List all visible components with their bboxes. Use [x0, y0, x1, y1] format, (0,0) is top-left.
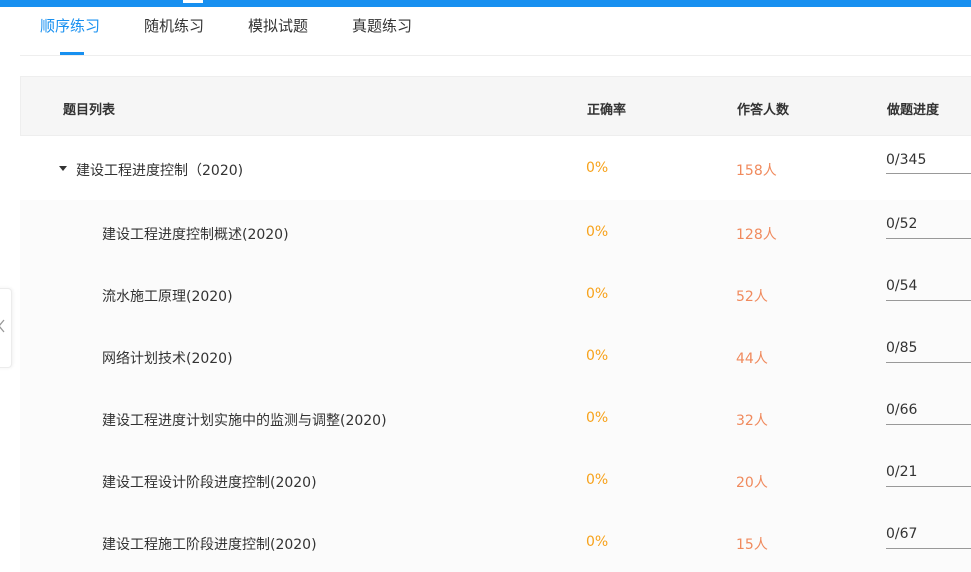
section-progress-bar	[886, 424, 971, 425]
section-progress-bar	[886, 362, 971, 363]
section-answer-count: 20人	[736, 475, 768, 491]
section-answer-count: 15人	[736, 537, 768, 553]
section-title[interactable]: 流水施工原理(2020)	[102, 286, 233, 306]
chevron-left-icon	[0, 319, 5, 333]
active-tab-indicator	[60, 52, 84, 55]
top-bar-notch	[183, 0, 203, 3]
header-progress: 做题进度	[887, 103, 940, 118]
section-answer-count: 52人	[736, 289, 768, 305]
question-table: 题目列表 正确率 作答人数 做题进度 建设工程进度控制（2020) 0% 158…	[20, 76, 971, 572]
top-accent-bar	[0, 0, 971, 7]
table-row[interactable]: 流水施工原理(2020) 0% 52人 0/54	[20, 262, 971, 324]
section-answer-count: 128人	[736, 227, 777, 243]
table-row[interactable]: 建设工程施工阶段进度控制(2020) 0% 15人 0/67	[20, 510, 971, 572]
chapter-progress: 0/345	[886, 152, 927, 168]
section-accuracy: 0%	[586, 410, 609, 426]
section-progress-bar	[886, 300, 971, 301]
table-row[interactable]: 建设工程进度计划实施中的监测与调整(2020) 0% 32人 0/66	[20, 386, 971, 448]
header-question-list: 题目列表	[63, 103, 116, 118]
section-progress: 0/66	[886, 402, 918, 418]
caret-down-icon[interactable]	[59, 166, 67, 171]
section-accuracy: 0%	[586, 348, 609, 364]
section-progress: 0/54	[886, 278, 918, 294]
chapter-title[interactable]: 建设工程进度控制（2020)	[76, 160, 243, 180]
section-accuracy: 0%	[586, 286, 609, 302]
side-panel-toggle[interactable]	[0, 288, 12, 368]
section-accuracy: 0%	[586, 534, 609, 550]
table-header: 题目列表 正确率 作答人数 做题进度	[20, 76, 971, 136]
header-answer-count: 作答人数	[737, 103, 790, 118]
table-row[interactable]: 建设工程设计阶段进度控制(2020) 0% 20人 0/21	[20, 448, 971, 510]
section-title[interactable]: 建设工程施工阶段进度控制(2020)	[102, 534, 317, 554]
section-title[interactable]: 网络计划技术(2020)	[102, 348, 233, 368]
section-title[interactable]: 建设工程设计阶段进度控制(2020)	[102, 472, 317, 492]
section-accuracy: 0%	[586, 472, 609, 488]
tab-mock-exam[interactable]: 模拟试题	[248, 15, 308, 36]
section-progress: 0/52	[886, 216, 918, 232]
section-title[interactable]: 建设工程进度计划实施中的监测与调整(2020)	[102, 410, 387, 430]
table-row[interactable]: 网络计划技术(2020) 0% 44人 0/85	[20, 324, 971, 386]
chapter-accuracy: 0%	[586, 160, 609, 176]
section-progress-bar	[886, 238, 971, 239]
tab-random-practice[interactable]: 随机练习	[144, 15, 204, 36]
section-list: 建设工程进度控制概述(2020) 0% 128人 0/52 流水施工原理(202…	[20, 200, 971, 572]
table-row[interactable]: 建设工程进度控制概述(2020) 0% 128人 0/52	[20, 200, 971, 262]
tab-past-exam[interactable]: 真题练习	[352, 15, 412, 36]
practice-tabs: 顺序练习 随机练习 模拟试题 真题练习	[20, 7, 971, 56]
header-accuracy: 正确率	[587, 103, 627, 118]
section-progress: 0/21	[886, 464, 918, 480]
chapter-row[interactable]: 建设工程进度控制（2020) 0% 158人 0/345	[20, 136, 971, 201]
chapter-answer-count: 158人	[736, 163, 777, 179]
section-progress: 0/85	[886, 340, 918, 356]
section-title[interactable]: 建设工程进度控制概述(2020)	[102, 224, 289, 244]
section-progress: 0/67	[886, 526, 918, 542]
section-progress-bar	[886, 486, 971, 487]
tab-sequential-practice[interactable]: 顺序练习	[40, 15, 100, 36]
section-answer-count: 44人	[736, 351, 768, 367]
section-answer-count: 32人	[736, 413, 768, 429]
section-accuracy: 0%	[586, 224, 609, 240]
chapter-progress-bar	[886, 173, 971, 174]
section-progress-bar	[886, 548, 971, 549]
